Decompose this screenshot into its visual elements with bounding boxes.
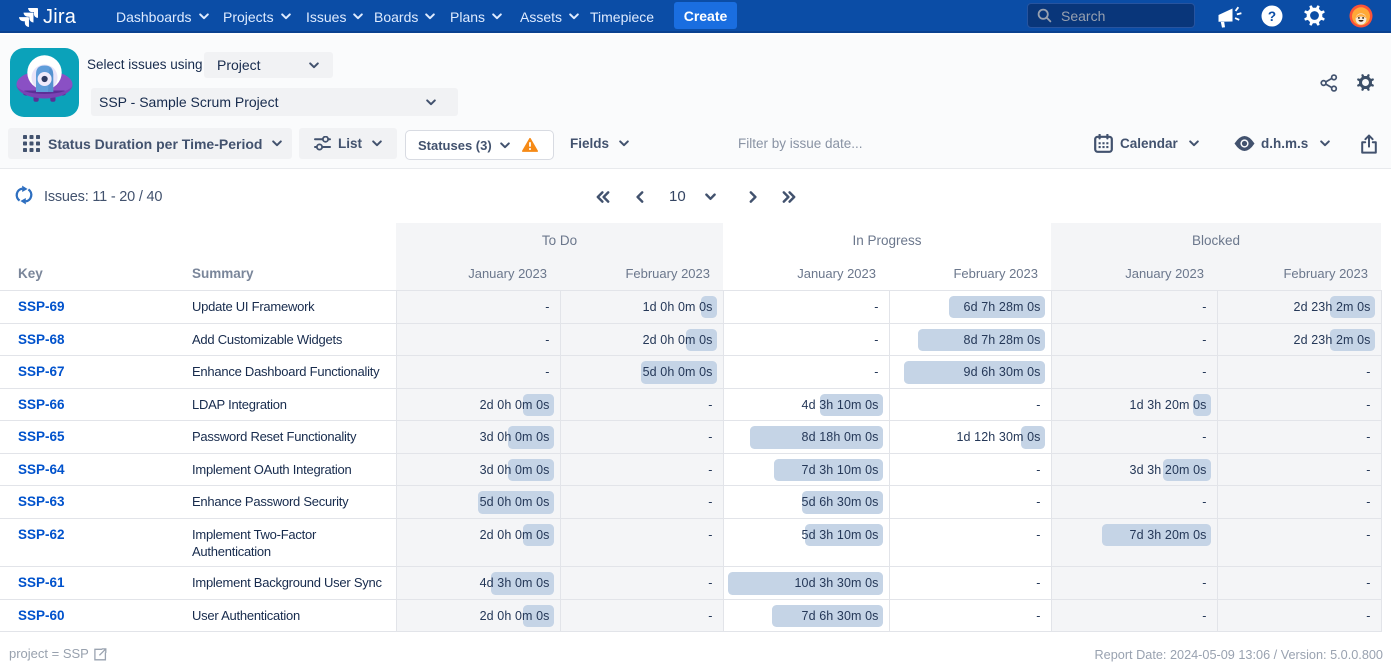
svg-text:?: ?: [1268, 9, 1276, 24]
